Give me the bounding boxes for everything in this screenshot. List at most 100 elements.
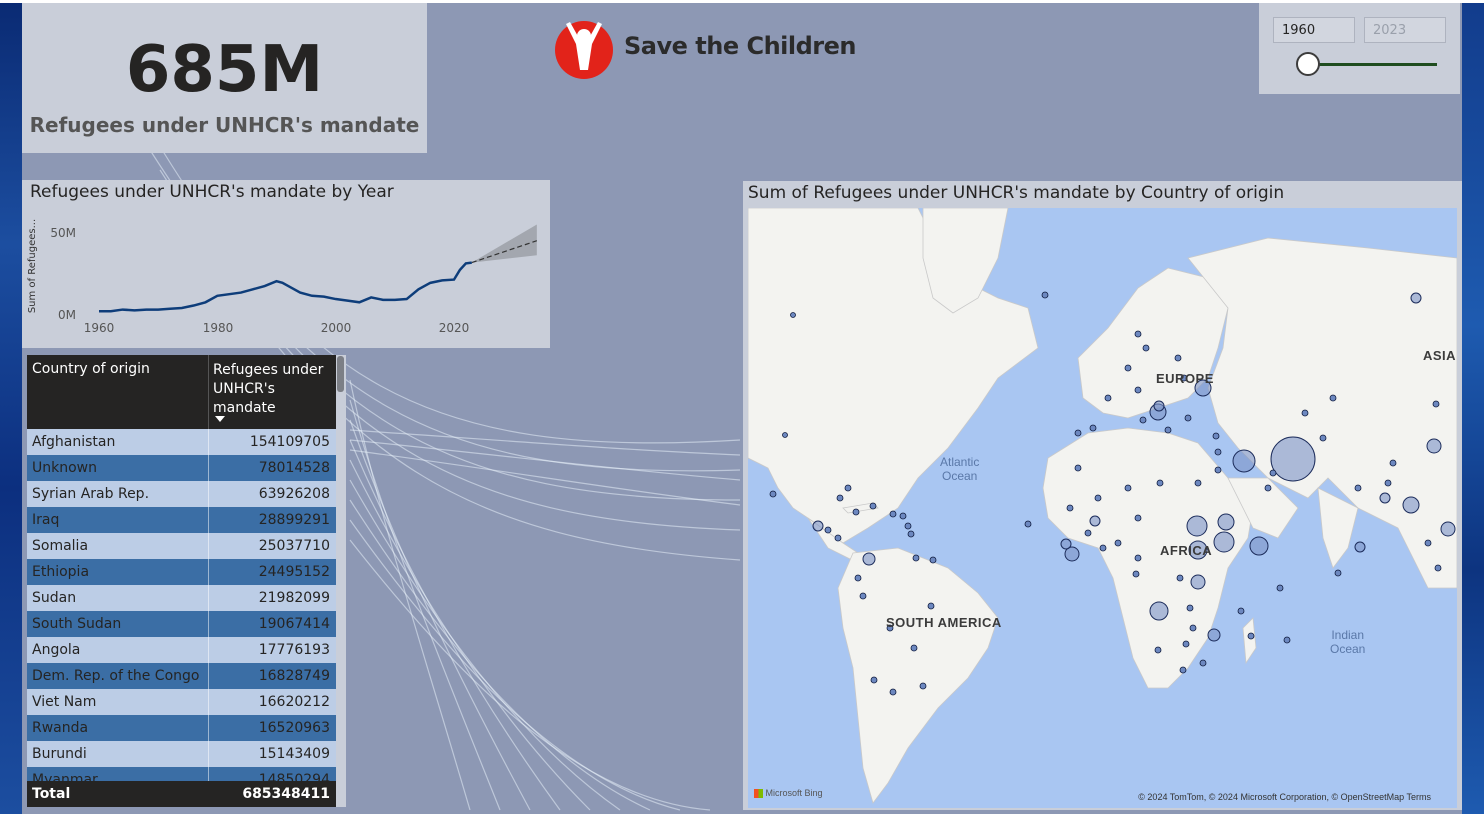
save-the-children-logo: Save the Children — [552, 14, 892, 82]
cell-country: Angola — [32, 642, 81, 658]
table-row[interactable]: Burundi 15143409 — [27, 741, 336, 767]
cell-country: Rwanda — [32, 720, 89, 736]
cell-divider — [208, 507, 209, 533]
cell-country: Unknown — [32, 460, 97, 476]
map-label-asia: ASIA — [1423, 348, 1457, 363]
cell-country: Iraq — [32, 512, 60, 528]
map-provider: Microsoft Bing — [754, 788, 823, 798]
cell-country: Dem. Rep. of the Congo — [32, 668, 200, 684]
cell-refugees: 25037710 — [258, 538, 330, 554]
cell-divider — [208, 455, 209, 481]
table-body: Afghanistan 154109705 Unknown 78014528 Syria… — [27, 429, 336, 781]
cell-divider — [208, 429, 209, 455]
cell-refugees: 16620212 — [258, 694, 330, 710]
cell-divider — [208, 559, 209, 585]
cell-country: Myanmar — [32, 772, 98, 781]
map-label-europe: EUROPE — [1156, 371, 1214, 386]
table-row[interactable]: Angola 17776193 — [27, 637, 336, 663]
microsoft-icon — [754, 789, 763, 798]
table-row[interactable]: Sudan 21982099 — [27, 585, 336, 611]
map-attribution[interactable]: © 2024 TomTom, © 2024 Microsoft Corporat… — [1138, 792, 1431, 802]
cell-divider — [208, 663, 209, 689]
sort-desc-icon — [215, 416, 225, 422]
cell-country: Afghanistan — [32, 434, 116, 450]
ytick-label: 50M — [50, 226, 76, 240]
line-chart: Sum of Refugees... 50M 0M 1960 1980 2000… — [27, 219, 538, 335]
table-row[interactable]: Unknown 78014528 — [27, 455, 336, 481]
cell-divider — [208, 767, 209, 781]
map-label-south-america: SOUTH AMERICA — [886, 615, 1002, 630]
cell-refugees: 17776193 — [258, 642, 330, 658]
map-label-indian-ocean: Indian Ocean — [1330, 628, 1366, 656]
cell-country: Burundi — [32, 746, 87, 762]
cell-country: Syrian Arab Rep. — [32, 486, 150, 502]
cell-divider — [208, 637, 209, 663]
table-row[interactable]: Myanmar 14850294 — [27, 767, 336, 781]
kpi-card: 685M Refugees under UNHCR's mandate — [22, 3, 427, 153]
slicer-to-input[interactable]: 2023 — [1364, 17, 1446, 43]
save-the-children-logo-icon — [555, 21, 613, 79]
map-provider-label: Microsoft Bing — [765, 787, 823, 798]
cell-refugees: 14850294 — [258, 772, 330, 781]
line-chart-title: Refugees under UNHCR's mandate by Year — [30, 182, 394, 202]
table-row[interactable]: Ethiopia 24495152 — [27, 559, 336, 585]
table-scrollbar[interactable] — [336, 355, 346, 807]
table-row[interactable]: Iraq 28899291 — [27, 507, 336, 533]
cell-divider — [208, 689, 209, 715]
line-chart-card: Refugees under UNHCR's mandate by Year S… — [22, 180, 550, 348]
cell-country: Sudan — [32, 590, 77, 606]
table-row[interactable]: Rwanda 16520963 — [27, 715, 336, 741]
total-value: 685348411 — [242, 786, 330, 802]
xtick-label: 2020 — [439, 321, 470, 335]
slicer-track — [1309, 63, 1437, 66]
map-card: Sum of Refugees under UNHCR's mandate by… — [743, 181, 1462, 810]
table-row[interactable]: Syrian Arab Rep. 63926208 — [27, 481, 336, 507]
column-header-country[interactable]: Country of origin — [32, 361, 150, 377]
cell-refugees: 15143409 — [258, 746, 330, 762]
total-label: Total — [32, 786, 71, 802]
table-row[interactable]: South Sudan 19067414 — [27, 611, 336, 637]
cell-divider — [208, 611, 209, 637]
bubble-map[interactable]: EUROPE ASIA AFRICA SOUTH AMERICA Atlanti… — [748, 208, 1457, 808]
cell-divider — [208, 533, 209, 559]
table-row[interactable]: Viet Nam 16620212 — [27, 689, 336, 715]
logo-text: Save the Children — [624, 32, 856, 60]
cell-refugees: 78014528 — [258, 460, 330, 476]
table-row[interactable]: Somalia 25037710 — [27, 533, 336, 559]
cell-refugees: 24495152 — [258, 564, 330, 580]
cell-divider — [208, 741, 209, 767]
column-divider — [208, 355, 209, 429]
series-line[interactable] — [99, 261, 472, 313]
cell-refugees: 16828749 — [258, 668, 330, 684]
cell-divider — [208, 481, 209, 507]
cell-divider — [208, 585, 209, 611]
cell-divider — [208, 715, 209, 741]
table-scrollbar-thumb[interactable] — [337, 356, 344, 392]
table-row[interactable]: Afghanistan 154109705 — [27, 429, 336, 455]
cell-country: Viet Nam — [32, 694, 97, 710]
xtick-label: 1960 — [84, 321, 115, 335]
slicer-handle[interactable] — [1296, 52, 1320, 76]
slicer-from-input[interactable]: 1960 — [1273, 17, 1355, 43]
kpi-value: 685M — [125, 33, 324, 107]
map-land — [748, 208, 1457, 804]
cell-country: South Sudan — [32, 616, 122, 632]
table-total-row: Total 685348411 — [27, 781, 336, 807]
map-label-africa: AFRICA — [1160, 543, 1213, 558]
map-label-atlantic-ocean: Atlantic Ocean — [940, 455, 980, 483]
map-title: Sum of Refugees under UNHCR's mandate by… — [748, 183, 1285, 203]
table-row[interactable]: Dem. Rep. of the Congo 16828749 — [27, 663, 336, 689]
ytick-label: 0M — [58, 308, 76, 322]
cell-refugees: 28899291 — [258, 512, 330, 528]
line-chart-ylabel: Sum of Refugees... — [27, 219, 38, 313]
cell-refugees: 19067414 — [258, 616, 330, 632]
cell-country: Somalia — [32, 538, 89, 554]
kpi-label: Refugees under UNHCR's mandate — [29, 113, 420, 137]
column-header-refugees[interactable]: Refugees under UNHCR's mandate — [213, 361, 331, 418]
cell-refugees: 21982099 — [258, 590, 330, 606]
cell-refugees: 63926208 — [258, 486, 330, 502]
xtick-label: 1980 — [203, 321, 234, 335]
cell-country: Ethiopia — [32, 564, 90, 580]
cell-refugees: 154109705 — [249, 434, 330, 450]
cell-refugees: 16520963 — [258, 720, 330, 736]
